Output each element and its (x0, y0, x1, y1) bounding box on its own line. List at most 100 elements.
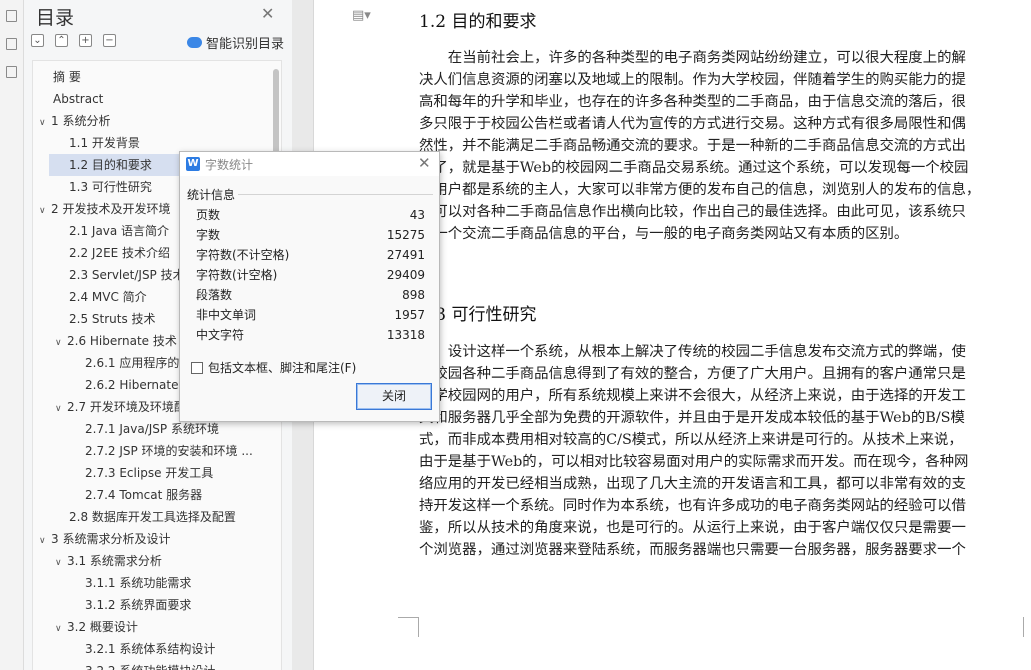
ai-icon (187, 37, 202, 48)
remove-heading-button[interactable]: − (103, 34, 116, 47)
toc-item[interactable]: 2.4 MVC 简介 (69, 286, 147, 308)
stat-label: 中文字符 (196, 328, 245, 342)
toc-item[interactable]: 3.2.2 系统功能模块设计 (85, 660, 215, 670)
smart-toc-button[interactable]: 智能识别目录 (187, 33, 284, 52)
stat-label: 字符数(不计空格) (196, 248, 290, 262)
toc-item[interactable]: 2.5 Struts 技术 (69, 308, 156, 330)
word-count-dialog: W 字数统计 ✕ 统计信息 页数 43 字数 15275 字符数(不计空格) 27491 字… (179, 151, 440, 422)
toc-item[interactable]: 2.1 Java 语言简介 (69, 220, 169, 242)
toc-item[interactable]: 2.7.2 JSP 环境的安装和环境 ... (85, 440, 253, 462)
stat-label: 字数 (196, 228, 221, 242)
stat-value: 13318 (386, 328, 425, 342)
checkbox-label: 包括文本框、脚注和尾注(F) (208, 361, 357, 375)
paragraph-line: 大学校园网的用户，所有系统规模上来讲不会很大，从经济上来说，由于选择的开发工 (419, 388, 966, 404)
collapse-all-button[interactable]: ⌄ (31, 34, 44, 47)
close-icon[interactable]: ✕ (418, 154, 431, 172)
document-icon[interactable] (6, 10, 17, 22)
paragraph-line: 得校园各种二手商品信息得到了有效的整合，方便了广大用户。且拥有的客户通常只是 (419, 366, 966, 382)
toc-item-label: 2.6.2 Hibernate 的 (85, 378, 195, 392)
page-view-icon[interactable]: ▤▾ (352, 8, 371, 23)
paragraph-feasibility[interactable]: 设计这样一个系统，从根本上解决了传统的校园二手信息发布交流方式的弊端，使得校园各… (419, 341, 1024, 561)
heading-1-2[interactable]: 1.2 目的和要求 (419, 7, 536, 32)
stat-row: 字数 15275 (196, 225, 425, 245)
toc-item-label: 3.1.2 系统界面要求 (85, 598, 192, 612)
paragraph-line: 式，而非成本费用相对较高的C/S模式，所以从经济上来讲是可行的。从技术上来说， (419, 432, 963, 448)
toc-item[interactable]: 1.3 可行性研究 (69, 176, 152, 198)
toc-item[interactable]: ∨ 3.2 概要设计 (55, 616, 138, 638)
toc-item[interactable]: ∨ 2.7 开发环境及环境配 (55, 396, 186, 418)
left-toolstrip (0, 0, 24, 670)
toc-item[interactable]: Abstract (53, 88, 103, 110)
stat-label: 页数 (196, 208, 221, 222)
chevron-down-icon[interactable]: ∨ (39, 530, 51, 552)
expand-up-button[interactable]: ⌃ (55, 34, 68, 47)
paragraph-line: 具和服务器几乎全部为免费的开源软件，并且由于是开发成本较低的基于Web的B/S模 (419, 410, 965, 426)
toc-item[interactable]: 3.2.1 系统体系结构设计 (85, 638, 215, 660)
toc-item[interactable]: 2.6.1 应用程序的 (85, 352, 179, 374)
toc-item-label: 2.6 Hibernate 技术 (67, 334, 177, 348)
stat-row: 中文字符 13318 (196, 325, 425, 345)
crop-mark-bottom-right (1023, 617, 1024, 637)
stat-value: 898 (402, 288, 425, 302)
toc-item[interactable]: 2.3 Servlet/JSP 技术 (69, 264, 185, 286)
toc-item[interactable]: 摘 要 (53, 66, 81, 88)
bookmark-icon[interactable] (6, 38, 17, 50)
toc-item[interactable]: ∨ 2 开发技术及开发环境 (39, 198, 170, 220)
paragraph-line: 网用户都是系统的主人，大家可以非常方便的发布自己的信息，浏览别人的发布的信息， (419, 182, 981, 198)
page-icon[interactable] (6, 66, 17, 78)
toc-item[interactable]: 3.1.2 系统界面要求 (85, 594, 191, 616)
paragraph-line: 个浏览器，通过浏览器来登陆系统，而服务器端也只需要一台服务器，服务器要求一个 (419, 542, 966, 558)
toc-item-label: 2.4 MVC 简介 (69, 290, 147, 304)
section-divider (238, 194, 433, 195)
smart-toc-label: 智能识别目录 (206, 37, 285, 52)
add-heading-button[interactable]: + (79, 34, 92, 47)
checkbox-box[interactable] (191, 361, 203, 374)
toc-item-label: 3.2 概要设计 (67, 620, 138, 634)
paragraph-line: 决人们信息资源的闭塞以及地域上的限制。作为大学校园，伴随着学生的购买能力的提 (419, 72, 966, 88)
paragraph-purpose[interactable]: 在当前社会上，许多的各种类型的电子商务类网站纷纷建立，可以很大程度上的解 决人们信… (419, 47, 1024, 245)
toc-item[interactable]: 2.6.2 Hibernate 的 (85, 374, 194, 396)
toc-item[interactable]: ∨ 3.1 系统需求分析 (55, 550, 162, 572)
toc-item-label: 2.6.1 应用程序的 (85, 356, 180, 370)
include-textboxes-checkbox[interactable]: 包括文本框、脚注和尾注(F) (191, 359, 356, 376)
chevron-down-icon[interactable]: ∨ (55, 552, 67, 574)
toc-item[interactable]: ∨ 3 系统需求分析及设计 (39, 528, 170, 550)
chevron-down-icon[interactable]: ∨ (55, 398, 67, 420)
chevron-down-icon[interactable]: ∨ (55, 332, 67, 354)
app-logo-icon: W (186, 157, 200, 171)
stat-label: 段落数 (196, 288, 233, 302)
stat-row: 段落数 898 (196, 285, 425, 305)
toc-item-label: 3.2.2 系统功能模块设计 (85, 664, 215, 670)
close-button[interactable]: 关闭 (356, 383, 432, 410)
stat-value: 15275 (386, 228, 425, 242)
dialog-titlebar[interactable]: W 字数统计 ✕ (180, 152, 439, 176)
close-icon[interactable]: ✕ (261, 4, 274, 23)
chevron-down-icon[interactable]: ∨ (55, 618, 67, 640)
toc-item[interactable]: 1.1 开发背景 (69, 132, 140, 154)
paragraph-line: 鉴，所以从技术的角度来说，也是可行的。从运行上来说，由于客户端仅仅只是需要一 (419, 520, 966, 536)
toc-item-label: 1.3 可行性研究 (69, 180, 152, 194)
toc-item[interactable]: 2.2 J2EE 技术介绍 (69, 242, 170, 264)
word-processor-window: 目录 ✕ ⌄ ⌃ + − 智能识别目录 摘 要 Abstract ∨ 1 系统分析 1.… (0, 0, 1031, 670)
toc-item-label: 3.1.1 系统功能需求 (85, 576, 192, 590)
toc-item[interactable]: 2.7.4 Tomcat 服务器 (85, 484, 202, 506)
toc-item[interactable]: 3.1.1 系统功能需求 (85, 572, 191, 594)
toc-item[interactable]: 2.8 数据库开发工具选择及配置 (69, 506, 236, 528)
chevron-down-icon[interactable]: ∨ (39, 200, 51, 222)
crop-mark-bottom-left-vertical (418, 617, 419, 637)
toc-title: 目录 (36, 7, 75, 29)
chevron-down-icon[interactable]: ∨ (39, 112, 51, 134)
toc-item[interactable]: ∨ 2.6 Hibernate 技术 (55, 330, 177, 352)
toc-item-label: 摘 要 (53, 70, 81, 84)
crop-mark-bottom-left (398, 617, 418, 637)
toc-item-label: Abstract (53, 92, 104, 106)
toc-item[interactable]: ∨ 1 系统分析 (39, 110, 110, 132)
toc-item-label: 1 系统分析 (51, 114, 111, 128)
stat-row: 非中文单词 1957 (196, 305, 425, 325)
paragraph-line: 设计这样一个系统，从根本上解决了传统的校园二手信息发布交流方式的弊端，使 (447, 344, 966, 360)
dialog-title: 字数统计 (205, 158, 254, 172)
toc-item[interactable]: 2.7.3 Eclipse 开发工具 (85, 462, 213, 484)
toc-item-label: 2.8 数据库开发工具选择及配置 (69, 510, 236, 524)
paragraph-line: 高和每年的升学和毕业，也存在的许多各种类型的二手商品，由于信息交流的落后，很 (419, 94, 966, 110)
stat-row: 字符数(计空格) 29409 (196, 265, 425, 285)
